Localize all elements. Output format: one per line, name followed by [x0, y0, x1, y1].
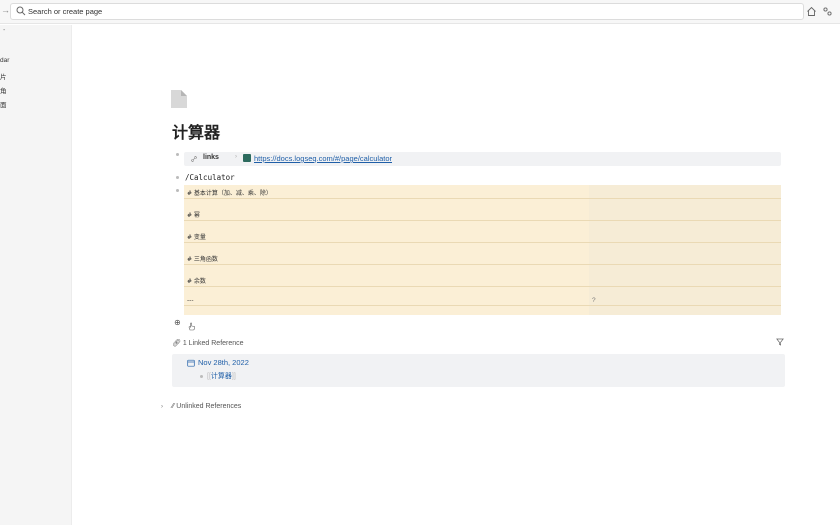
journal-date-link[interactable]: Nov 28th, 2022 [198, 358, 249, 367]
sidebar-item-journals[interactable]: dar [0, 57, 9, 64]
unlinked-references-header[interactable]: ⁄⁄ Unlinked References [172, 403, 241, 410]
sidebar-collapse-icon[interactable]: - [3, 27, 5, 34]
linked-references-header[interactable]: 🔗︎ 1 Linked Reference [172, 339, 244, 347]
unlinked-references-label: Unlinked References [176, 403, 242, 410]
calc-row[interactable]: # 变量 [187, 232, 206, 241]
search-icon [16, 6, 26, 16]
back-arrow-icon[interactable]: → [1, 5, 10, 15]
search-placeholder: Search or create page [28, 7, 103, 16]
calc-result: ? [592, 297, 596, 304]
calc-row[interactable]: # 幂 [187, 210, 200, 219]
sidebar-item-graph[interactable]: 角 [0, 85, 7, 95]
calculator-results-column [589, 185, 781, 315]
block-bullet[interactable] [200, 375, 203, 378]
command-block[interactable]: /Calculator [185, 173, 235, 182]
filter-icon[interactable] [776, 338, 784, 346]
home-icon[interactable] [806, 6, 817, 17]
settings-icon[interactable] [822, 6, 833, 17]
left-sidebar: - dar 片 角 面 [0, 25, 72, 525]
property-key: links [203, 154, 219, 161]
calc-row[interactable]: # 余数 [187, 276, 206, 285]
top-bar: → Search or create page [0, 0, 840, 24]
sidebar-item-flashcards[interactable]: 片 [0, 71, 7, 81]
chevron-right-icon[interactable]: › [161, 404, 163, 410]
favicon-icon [243, 154, 251, 162]
search-input[interactable]: Search or create page [10, 3, 804, 20]
block-bullet[interactable] [176, 153, 179, 156]
block-bullet[interactable] [176, 189, 179, 192]
linked-reference-item: Nov 28th, 2022 [[计算器]] [172, 354, 785, 387]
calendar-icon [187, 359, 195, 367]
calc-row[interactable]: --- [187, 297, 194, 304]
page-reference-label: 计算器 [210, 373, 232, 380]
calc-row[interactable]: # 三角函数 [187, 254, 218, 263]
property-separator-icon: › [235, 154, 237, 160]
page-reference-link[interactable]: [[计算器]] [207, 371, 236, 381]
link-icon [191, 156, 197, 162]
hand-cursor-icon [188, 322, 195, 331]
calc-row[interactable]: # 基本计算（加、减、乘、除） [187, 188, 272, 197]
calculator-block[interactable]: # 基本计算（加、减、乘、除） # 幂 # 变量 # 三角函数 # 余数 ---… [184, 185, 781, 315]
add-block-button[interactable]: ⊕ [174, 318, 181, 327]
page-title[interactable]: 计算器 [172, 119, 220, 143]
link-icon: ⁄⁄ [172, 403, 175, 410]
link-icon: 🔗︎ [172, 340, 181, 347]
linked-references-label: 1 Linked Reference [182, 340, 244, 347]
property-url-link[interactable]: https://docs.logseq.com/#/page/calculato… [254, 154, 392, 163]
page-file-icon [171, 90, 187, 108]
sidebar-item-pages[interactable]: 面 [0, 99, 7, 109]
properties-block[interactable]: links › https://docs.logseq.com/#/page/c… [184, 152, 781, 166]
main-content: 计算器 links › https://docs.logseq.com/#/pa… [73, 25, 840, 525]
block-bullet[interactable] [176, 176, 179, 179]
